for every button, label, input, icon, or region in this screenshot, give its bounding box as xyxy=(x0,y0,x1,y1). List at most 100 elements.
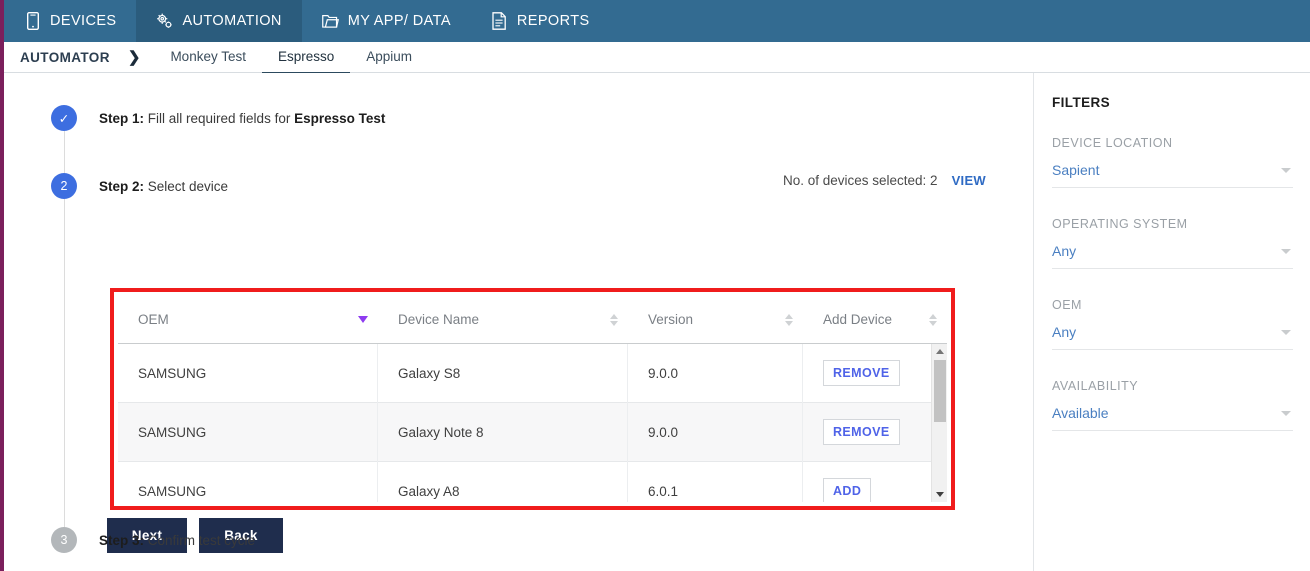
filter-value-device-location: Sapient xyxy=(1052,162,1100,178)
cell-action: REMOVE xyxy=(803,403,947,462)
chevron-down-icon[interactable] xyxy=(1281,410,1291,416)
chevron-down-icon[interactable] xyxy=(1281,248,1291,254)
device-selection-summary: No. of devices selected: 2 VIEW xyxy=(783,173,986,188)
folder-icon xyxy=(321,12,339,31)
column-header-oem[interactable]: OEM xyxy=(118,296,378,344)
devices-selected-count: No. of devices selected: 2 xyxy=(782,173,938,188)
step-1-label: Step 1: Fill all required fields for Esp… xyxy=(99,111,385,126)
step-1-row: ✓ Step 1: Fill all required fields for E… xyxy=(51,105,385,131)
sort-toggle-icon[interactable] xyxy=(929,313,937,326)
cell-oem: SAMSUNG xyxy=(118,461,378,502)
device-table: OEM Device Name Version Add Device SAMSU… xyxy=(118,296,947,502)
chevron-right-icon: ❯ xyxy=(127,49,141,66)
table-row[interactable]: SAMSUNG Galaxy S8 9.0.0 REMOVE xyxy=(118,344,947,403)
step-3-title: Step 3: xyxy=(99,532,145,548)
filter-value-oem: Any xyxy=(1052,324,1077,340)
chevron-down-icon[interactable] xyxy=(1281,167,1291,173)
filter-select-availability[interactable]: Available xyxy=(1052,405,1293,431)
nav-label-my-app-data: MY APP/ DATA xyxy=(347,13,451,29)
step-1-status-icon: ✓ xyxy=(51,105,77,131)
column-header-version[interactable]: Version xyxy=(628,296,803,344)
step-connector-1 xyxy=(64,131,65,179)
step-2-text: Select device xyxy=(144,178,229,194)
filter-group-device-location: DEVICE LOCATION Sapient xyxy=(1052,136,1293,188)
step-2-label: Step 2: Select device xyxy=(99,179,228,194)
filter-label-device-location: DEVICE LOCATION xyxy=(1052,136,1173,150)
column-header-oem-label: OEM xyxy=(138,312,169,327)
filter-group-oem: OEM Any xyxy=(1052,298,1293,350)
nav-item-automation[interactable]: AUTOMATION xyxy=(136,0,302,42)
cell-device-name: Galaxy Note 8 xyxy=(378,402,628,462)
step-3-status-icon: 3 xyxy=(51,527,77,553)
cell-oem: SAMSUNG xyxy=(118,402,378,462)
filter-value-availability: Available xyxy=(1052,405,1109,421)
sort-descending-icon[interactable] xyxy=(358,316,368,323)
tab-espresso[interactable]: Espresso xyxy=(261,42,351,74)
step-3-row: 3 Step 3: Confirm test cycle xyxy=(51,527,255,553)
document-icon xyxy=(491,12,508,31)
column-header-device-name-label: Device Name xyxy=(398,312,480,327)
step-2-title: Step 2: xyxy=(99,178,145,194)
cell-action: ADD xyxy=(803,462,947,502)
phone-icon xyxy=(24,12,41,31)
step-1-text: Fill all required fields for xyxy=(144,110,295,126)
table-body: SAMSUNG Galaxy S8 9.0.0 REMOVE SAMSUNG G… xyxy=(118,344,947,502)
remove-device-button[interactable]: REMOVE xyxy=(823,419,900,445)
column-header-add-device-label: Add Device xyxy=(823,312,893,327)
table-header-row: OEM Device Name Version Add Device xyxy=(118,296,947,344)
nav-item-my-app-data[interactable]: MY APP/ DATA xyxy=(302,0,471,42)
filter-select-device-location[interactable]: Sapient xyxy=(1052,162,1293,188)
nav-label-automation: AUTOMATION xyxy=(182,13,282,29)
nav-item-reports[interactable]: REPORTS xyxy=(471,0,610,42)
sort-toggle-icon[interactable] xyxy=(610,313,618,326)
step-3-label: Step 3: Confirm test cycle xyxy=(99,533,255,548)
filter-group-operating-system: OPERATING SYSTEM Any xyxy=(1052,217,1293,269)
top-navigation-bar: DEVICES AUTOMATION MY APP/ DATA REPORTS xyxy=(4,0,1310,42)
cell-version: 6.0.1 xyxy=(628,461,803,502)
gear-icon xyxy=(156,12,173,31)
cell-device-name: Galaxy A8 xyxy=(378,461,628,502)
nav-item-devices[interactable]: DEVICES xyxy=(4,0,136,42)
table-row[interactable]: SAMSUNG Galaxy Note 8 9.0.0 REMOVE xyxy=(118,402,947,462)
cell-action: REMOVE xyxy=(803,344,947,403)
cell-version: 9.0.0 xyxy=(628,344,803,403)
sort-toggle-icon[interactable] xyxy=(785,313,793,326)
scrollbar-thumb[interactable] xyxy=(934,360,946,422)
step-2-row: 2 Step 2: Select device No. of devices s… xyxy=(51,173,986,199)
filter-label-operating-system: OPERATING SYSTEM xyxy=(1052,217,1188,231)
step-2-status-icon: 2 xyxy=(51,173,77,199)
filter-select-oem[interactable]: Any xyxy=(1052,324,1293,350)
step-1-emphasis: Espresso Test xyxy=(294,110,386,126)
breadcrumb: AUTOMATOR xyxy=(20,49,110,65)
chevron-down-icon[interactable] xyxy=(1281,329,1291,335)
column-header-add-device[interactable]: Add Device xyxy=(803,296,947,344)
cell-oem: SAMSUNG xyxy=(118,344,378,403)
step-connector-2 xyxy=(64,199,65,539)
remove-device-button[interactable]: REMOVE xyxy=(823,360,900,386)
table-scrollbar[interactable] xyxy=(931,344,947,502)
table-row[interactable]: SAMSUNG Galaxy A8 6.0.1 ADD xyxy=(118,461,947,502)
filter-value-operating-system: Any xyxy=(1052,243,1077,259)
filters-panel: FILTERS DEVICE LOCATION Sapient OPERATIN… xyxy=(1035,73,1310,571)
app-root: DEVICES AUTOMATION MY APP/ DATA REPORTS … xyxy=(0,0,1310,571)
cell-version: 9.0.0 xyxy=(628,402,803,462)
nav-label-reports: REPORTS xyxy=(516,13,590,29)
tab-monkey-test[interactable]: Monkey Test xyxy=(154,42,262,74)
column-header-device-name[interactable]: Device Name xyxy=(378,296,628,344)
scroll-down-arrow-icon[interactable] xyxy=(932,487,947,502)
filter-label-oem: OEM xyxy=(1052,298,1082,312)
filter-label-availability: AVAILABILITY xyxy=(1052,379,1139,393)
filters-title: FILTERS xyxy=(1052,95,1111,110)
scroll-up-arrow-icon[interactable] xyxy=(932,344,947,359)
filter-group-availability: AVAILABILITY Available xyxy=(1052,379,1293,431)
cell-device-name: Galaxy S8 xyxy=(378,344,628,403)
filter-select-operating-system[interactable]: Any xyxy=(1052,243,1293,269)
breadcrumb-tab-bar: AUTOMATOR ❯ Monkey Test Espresso Appium xyxy=(4,42,1310,74)
view-devices-link[interactable]: VIEW xyxy=(952,173,986,188)
nav-label-devices: DEVICES xyxy=(50,13,117,29)
step-3-text: Confirm test cycle xyxy=(144,532,256,548)
add-device-button[interactable]: ADD xyxy=(823,478,872,502)
step-1-title: Step 1: xyxy=(99,110,145,126)
tab-appium[interactable]: Appium xyxy=(350,42,428,74)
main-content: ✓ Step 1: Fill all required fields for E… xyxy=(4,73,1034,571)
